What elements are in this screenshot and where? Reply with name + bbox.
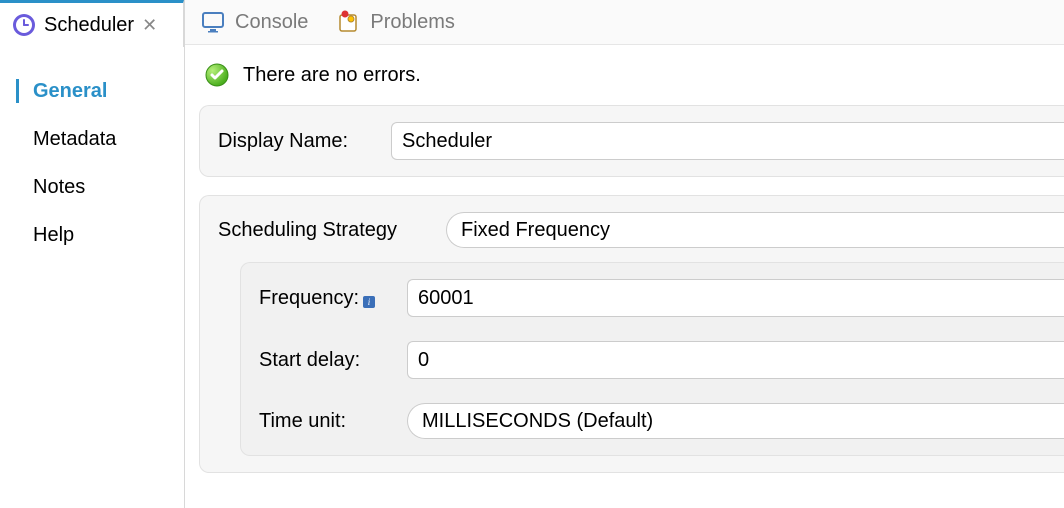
time-unit-value: MILLISECONDS (Default) bbox=[422, 410, 653, 433]
time-unit-select[interactable]: MILLISECONDS (Default) bbox=[407, 403, 1064, 439]
status-message: There are no errors. bbox=[243, 64, 421, 87]
sidebar-item-general[interactable]: General bbox=[16, 79, 184, 103]
tab-problems-label: Problems bbox=[370, 11, 454, 34]
close-icon[interactable]: ✕ bbox=[142, 15, 157, 36]
info-icon[interactable]: i bbox=[363, 296, 375, 308]
tab-console[interactable]: Console bbox=[201, 10, 308, 34]
start-delay-input[interactable] bbox=[407, 341, 1064, 379]
console-icon bbox=[201, 10, 225, 34]
scheduling-strategy-select[interactable]: Fixed Frequency bbox=[446, 212, 1064, 248]
success-icon bbox=[205, 63, 229, 87]
sidebar-item-notes[interactable]: Notes bbox=[16, 175, 184, 199]
clock-icon bbox=[12, 13, 36, 37]
sidebar-item-help[interactable]: Help bbox=[16, 223, 184, 247]
tab-scheduler[interactable]: Scheduler ✕ bbox=[0, 0, 184, 47]
display-name-label: Display Name: bbox=[218, 130, 373, 153]
top-tabs: Console Problems bbox=[185, 0, 1064, 45]
tab-console-label: Console bbox=[235, 11, 308, 34]
tab-title: Scheduler bbox=[44, 14, 134, 37]
frequency-panel: Frequency: i Start delay: Time unit: MIL… bbox=[240, 262, 1064, 456]
start-delay-label: Start delay: bbox=[259, 349, 389, 372]
problems-icon bbox=[336, 10, 360, 34]
sidebar-item-metadata[interactable]: Metadata bbox=[16, 127, 184, 151]
scheduling-strategy-panel: Scheduling Strategy Fixed Frequency Freq… bbox=[199, 195, 1064, 473]
tab-problems[interactable]: Problems bbox=[336, 10, 454, 34]
time-unit-label: Time unit: bbox=[259, 410, 389, 433]
scheduling-strategy-value: Fixed Frequency bbox=[461, 219, 610, 242]
scheduling-strategy-label: Scheduling Strategy bbox=[218, 219, 428, 242]
side-nav: General Metadata Notes Help bbox=[0, 47, 184, 508]
frequency-label: Frequency: bbox=[259, 287, 359, 310]
display-name-panel: Display Name: bbox=[199, 105, 1064, 177]
display-name-input[interactable] bbox=[391, 122, 1064, 160]
frequency-input[interactable] bbox=[407, 279, 1064, 317]
status-row: There are no errors. bbox=[185, 63, 1064, 105]
